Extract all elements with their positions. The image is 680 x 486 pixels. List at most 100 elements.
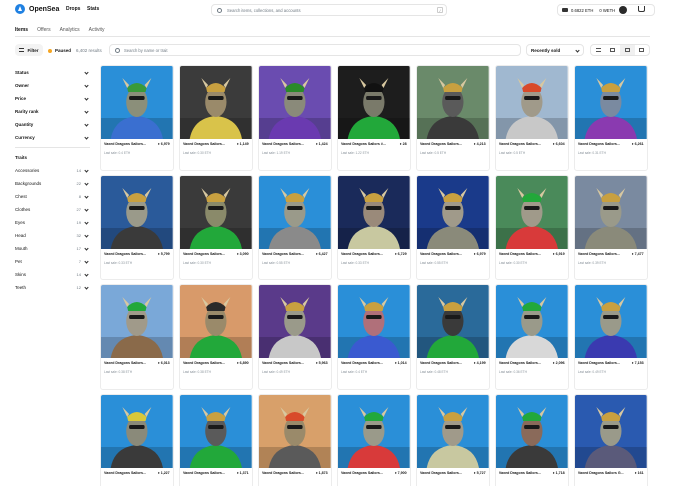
- nft-card[interactable]: Vaxed Dragons Sailors... ♦ 6,890 Last sale…: [178, 284, 253, 390]
- nft-image[interactable]: [337, 285, 410, 358]
- nft-image[interactable]: [179, 175, 252, 249]
- trait-accessories[interactable]: Accessories 14: [15, 168, 90, 173]
- nft-image[interactable]: [258, 394, 331, 468]
- trait-mouth[interactable]: Mouth 17: [15, 246, 90, 251]
- chevron-down-icon: [84, 246, 89, 251]
- nft-card[interactable]: Vaxed Dragons Sailors... ♦ 6,979 Last sale…: [415, 174, 490, 280]
- trait-head[interactable]: Head 32: [15, 233, 90, 238]
- trait-count: 32: [76, 233, 81, 238]
- filter-section-owner[interactable]: Owner: [15, 83, 90, 88]
- nft-image[interactable]: [101, 394, 173, 468]
- cart-icon[interactable]: [638, 6, 645, 12]
- filter-section-rarity[interactable]: Rarity rank: [15, 109, 90, 114]
- nav-stats[interactable]: Stats: [87, 6, 99, 12]
- nft-name: Vaxed Dragons Sailors...: [498, 361, 541, 365]
- nft-card[interactable]: Vaxed Dragons Sailors... ♦ 1,424 Last sale…: [257, 65, 332, 171]
- nft-card[interactable]: Vaxed Dragons Sailors... ♦ 7,477 Last sale…: [573, 174, 648, 280]
- nft-card[interactable]: Vaxed Dragons Sailors... ♦ 1,149 Last sale…: [178, 65, 253, 171]
- nft-last-sale: [180, 475, 252, 480]
- trait-eyes[interactable]: Eyes 19: [15, 220, 90, 225]
- nft-last-sale: Last sale: 0.5 ETH: [419, 151, 447, 155]
- nft-card[interactable]: Vaxed Dragons Sailors... ♦ 1,873: [257, 393, 332, 486]
- nft-card[interactable]: Vaxed Dragons Sailors... ♦ 6,919 Last sale…: [494, 174, 569, 280]
- user-avatar[interactable]: [619, 6, 628, 14]
- nft-last-sale: Last sale: 0.4 ETH: [340, 370, 368, 374]
- nft-card[interactable]: Vaxed Dragons Sailors... ♦ 1,227: [100, 393, 174, 486]
- nft-rarity-rank: ♦ 1,873: [315, 470, 328, 475]
- nft-image[interactable]: [101, 66, 173, 139]
- nft-card[interactable]: Vaxed Dragons Sailors... ♦ 1,371: [178, 393, 253, 486]
- grid-view-button[interactable]: [620, 45, 635, 55]
- nft-image[interactable]: [337, 175, 410, 249]
- nft-image[interactable]: [574, 175, 647, 249]
- global-search-input[interactable]: Search items, collections, and accounts …: [211, 4, 447, 16]
- nft-image[interactable]: [416, 394, 489, 468]
- nft-image[interactable]: [179, 285, 252, 358]
- nft-card[interactable]: Vaxed Dragons Sailors... ♦ 4,213 Last sale…: [415, 65, 490, 171]
- filter-button[interactable]: Filter: [15, 44, 43, 56]
- trait-backgrounds[interactable]: Backgrounds 22: [15, 181, 90, 186]
- nft-card[interactable]: Vaxed Dragons Sailors G... ♦ 161: [573, 393, 648, 486]
- filter-section-quantity[interactable]: Quantity: [15, 122, 90, 127]
- nft-image[interactable]: [179, 394, 252, 468]
- nft-image[interactable]: [101, 285, 173, 358]
- nft-card[interactable]: Vaxed Dragons Sailors... ♦ 7,153 Last sale…: [573, 284, 648, 390]
- nft-card[interactable]: Vaxed Dragons Sailors... ♦ 5,727: [415, 393, 490, 486]
- nft-image[interactable]: [337, 66, 410, 139]
- nft-card[interactable]: Vaxed Dragons Sailors... ♦ 6,604 Last sale…: [494, 65, 569, 171]
- view-mode-toggle: [590, 44, 650, 56]
- nft-meta: Vaxed Dragons Sailors... ♦ 1,718: [496, 468, 568, 475]
- nft-card[interactable]: Vaxed Dragons Sailors... ♦ 6,261 Last sale…: [573, 65, 648, 171]
- nft-image[interactable]: [495, 175, 568, 249]
- nft-card[interactable]: Vaxed Dragons Sailors... ♦ 5,799 Last sale…: [100, 174, 174, 280]
- nft-image[interactable]: [258, 175, 331, 249]
- nft-image[interactable]: [574, 285, 647, 358]
- chevron-down-icon: [84, 272, 89, 277]
- nft-last-sale: Last sale: 0.4 ETH: [104, 151, 131, 155]
- nft-image[interactable]: [101, 175, 173, 249]
- nft-card[interactable]: Vaxed Dragons Sailors... ♦ 2,096 Last sale…: [494, 284, 569, 390]
- nft-image[interactable]: [179, 66, 252, 139]
- nft-image[interactable]: [574, 66, 647, 139]
- nft-image[interactable]: [495, 285, 568, 358]
- nft-image[interactable]: [258, 66, 331, 139]
- large-grid-button[interactable]: [635, 45, 650, 55]
- list-view-button[interactable]: [591, 45, 606, 55]
- nft-image[interactable]: [416, 66, 489, 139]
- opensea-logo[interactable]: OpenSea: [15, 4, 59, 14]
- nft-image[interactable]: [495, 66, 568, 139]
- trait-search-input[interactable]: Search by name or trait: [109, 44, 521, 56]
- nft-image[interactable]: [416, 285, 489, 358]
- nft-image[interactable]: [574, 394, 647, 468]
- nft-last-sale: [575, 475, 647, 480]
- nft-image[interactable]: [495, 394, 568, 468]
- nft-card[interactable]: Vaxed Dragons Sailors... ♦ 6,729 Last sale…: [336, 174, 411, 280]
- nft-card[interactable]: Vaxed Dragons Sailors... ♦ 4,199 Last sale…: [415, 284, 490, 390]
- sort-dropdown[interactable]: Recently sold: [526, 44, 584, 56]
- nft-card[interactable]: Vaxed Dragons Sailors... ♦ 7,900: [336, 393, 411, 486]
- nft-name: Vaxed Dragons Sailors...: [577, 361, 620, 365]
- filter-section-status[interactable]: Status: [15, 70, 90, 75]
- nft-card[interactable]: Vaxed Dragons Sailors... ♦ 3,090 Last sale…: [178, 174, 253, 280]
- nft-card[interactable]: Vaxed Dragons Sailors... ♦ 6,427 Last sale…: [257, 174, 332, 280]
- nft-card[interactable]: Vaxed Dragons Sailors... ♦ 1,014 Last sale…: [336, 284, 411, 390]
- trait-teeth[interactable]: Teeth 12: [15, 285, 90, 290]
- nft-card[interactable]: Vaxed Dragons Sailors #... ♦ 28 Last sale:…: [336, 65, 411, 171]
- trait-clothes[interactable]: Clothes 27: [15, 207, 90, 212]
- trait-label: Pet: [15, 259, 22, 264]
- filter-section-currency[interactable]: Currency: [15, 135, 90, 140]
- trait-chest[interactable]: Chest 8: [15, 194, 90, 199]
- nft-image[interactable]: [258, 285, 331, 358]
- nft-name: Vaxed Dragons Sailors...: [419, 361, 462, 365]
- trait-skins[interactable]: Skins 14: [15, 272, 90, 277]
- trait-pet[interactable]: Pet 7: [15, 259, 90, 264]
- nft-card[interactable]: Vaxed Dragons Sailors... ♦ 6,979 Last sale…: [100, 65, 174, 171]
- nav-drops[interactable]: Drops: [66, 6, 80, 12]
- nft-card[interactable]: Vaxed Dragons Sailors... ♦ 1,718: [494, 393, 569, 486]
- nft-card[interactable]: Vaxed Dragons Sailors... ♦ 6,013 Last sale…: [100, 284, 174, 390]
- nft-card[interactable]: Vaxed Dragons Sailors... ♦ 5,963 Last sale…: [257, 284, 332, 390]
- nft-image[interactable]: [337, 394, 410, 468]
- nft-image[interactable]: [416, 175, 489, 249]
- compact-grid-button[interactable]: [606, 45, 621, 55]
- filter-section-price[interactable]: Price: [15, 96, 90, 101]
